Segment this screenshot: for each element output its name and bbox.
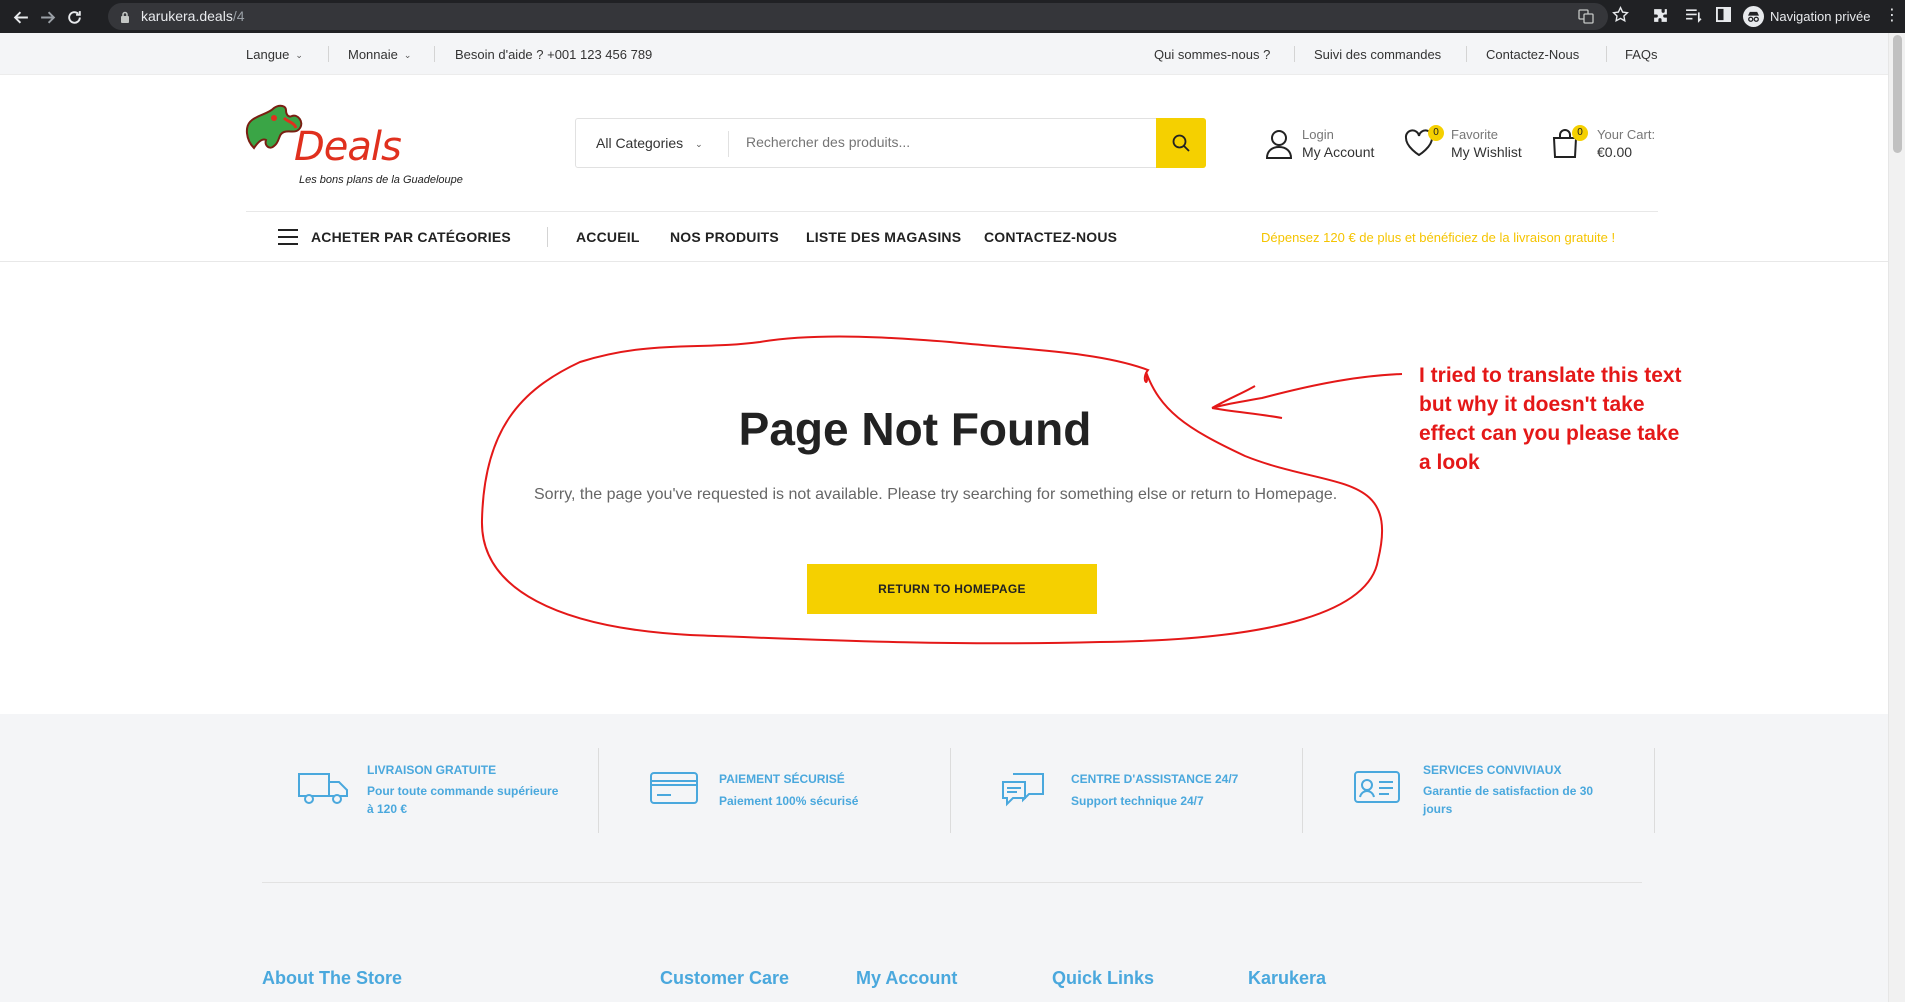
side-panel-icon[interactable]: [1716, 7, 1731, 27]
footer-heading-about: About The Store: [262, 968, 402, 988]
id-card-icon: [1354, 771, 1400, 803]
profile-label: Navigation privée: [1770, 9, 1871, 24]
wishlist-link[interactable]: 0 Favorite My Wishlist: [1404, 125, 1534, 163]
link-order-tracking[interactable]: Suivi des commandes: [1314, 47, 1441, 62]
footer-heading-customer-care: Customer Care: [660, 968, 790, 988]
user-icon: [1265, 130, 1293, 159]
truck-icon: [298, 773, 348, 804]
forward-arrow-icon[interactable]: [36, 6, 58, 28]
divider: [434, 46, 435, 62]
reload-icon[interactable]: [63, 6, 85, 28]
search-button[interactable]: [1156, 118, 1206, 168]
feature-services: SERVICES CONVIVIAUX Garantie de satisfac…: [1303, 748, 1655, 833]
cart-count-badge: 0: [1572, 125, 1588, 141]
search-bar: All Categories ⌄: [575, 118, 1206, 168]
top-info-bar: Langue ⌄ Monnaie ⌄ Besoin d'aide ? +001 12…: [0, 33, 1888, 75]
divider: [328, 46, 329, 62]
divider: [1466, 46, 1467, 62]
cart-link[interactable]: 0 Your Cart: €0.00: [1552, 125, 1662, 163]
divider: [1606, 46, 1607, 62]
chevron-down-icon: ⌄: [695, 139, 703, 149]
browser-toolbar: karukera.deals/4 Navigation privée ⋮: [0, 0, 1905, 33]
account-small-label: Login: [1302, 127, 1334, 142]
credit-card-icon: [650, 772, 698, 804]
wishlist-small-label: Favorite: [1451, 127, 1498, 142]
scrollbar-thumb[interactable]: [1893, 35, 1902, 153]
free-shipping-promo: Dépensez 120 € de plus et bénéficiez de …: [1261, 230, 1616, 245]
feature-support: CENTRE D'ASSISTANCE 24/7 Support techniq…: [951, 748, 1303, 833]
feature-title: SERVICES CONVIVIAUX: [1423, 763, 1562, 777]
feature-subtitle: Paiement 100% sécurisé: [719, 794, 859, 808]
divider: [547, 227, 548, 247]
nav-item-contact[interactable]: CONTACTEZ-NOUS: [984, 229, 1117, 245]
nav-item-home[interactable]: ACCUEIL: [576, 229, 640, 245]
error-message: Sorry, the page you've requested is not …: [534, 486, 1338, 503]
feature-free-shipping: LIVRAISON GRATUITE Pour toute commande s…: [247, 748, 599, 833]
divider: [728, 131, 729, 157]
feature-subtitle: Support technique 24/7: [1071, 794, 1204, 808]
footer-heading-karukera: Karukera: [1248, 968, 1327, 988]
incognito-profile-button[interactable]: Navigation privée: [1743, 5, 1870, 28]
link-about[interactable]: Qui sommes-nous ?: [1154, 47, 1270, 62]
chevron-down-icon: ⌄: [403, 50, 412, 60]
return-home-button[interactable]: RETURN TO HOMEPAGE: [807, 564, 1097, 614]
divider: [262, 882, 1642, 883]
site-logo[interactable]: Deals Les bons plans de la Guadeloupe: [244, 96, 469, 192]
footer-heading-quick-links: Quick Links: [1052, 968, 1155, 988]
page-scrollbar[interactable]: [1888, 33, 1905, 1002]
category-select[interactable]: All Categories ⌄: [596, 135, 703, 151]
help-phone: Besoin d'aide ? +001 123 456 789: [455, 47, 653, 62]
translate-icon[interactable]: [1578, 8, 1594, 27]
feature-subtitle: Garantie de satisfaction de 30 jours: [1423, 784, 1594, 816]
incognito-icon: [1743, 6, 1764, 27]
lock-icon: [120, 10, 130, 28]
menu-dots-icon[interactable]: ⋮: [1884, 5, 1900, 25]
extensions-icon[interactable]: [1652, 7, 1669, 29]
feature-secure-payment: PAIEMENT SÉCURISÉ Paiement 100% sécurisé: [599, 748, 951, 833]
nav-item-products[interactable]: NOS PRODUITS: [670, 229, 779, 245]
link-faqs[interactable]: FAQs: [1625, 47, 1658, 62]
hamburger-icon[interactable]: [278, 229, 298, 250]
logo-tagline: Les bons plans de la Guadeloupe: [299, 174, 463, 186]
feature-subtitle: Pour toute commande supérieure à 120 €: [367, 784, 559, 816]
logo-wordmark: Deals: [294, 124, 402, 170]
wishlist-big-label: My Wishlist: [1451, 144, 1522, 160]
divider: [1654, 748, 1655, 833]
account-big-label: My Account: [1302, 144, 1375, 160]
language-dropdown[interactable]: Langue ⌄: [246, 47, 303, 62]
wishlist-count-badge: 0: [1428, 125, 1444, 141]
cart-small-label: Your Cart:: [1597, 127, 1656, 142]
link-contact[interactable]: Contactez-Nous: [1486, 47, 1579, 62]
address-bar[interactable]: karukera.deals/4: [108, 3, 1608, 30]
annotation-note: I tried to translate this text but why i…: [1419, 364, 1682, 474]
search-input[interactable]: [746, 134, 1146, 150]
nav-item-stores[interactable]: LISTE DES MAGASINS: [806, 229, 961, 245]
search-icon: [1172, 134, 1190, 152]
nav-categories[interactable]: ACHETER PAR CATÉGORIES: [311, 229, 511, 245]
main-navigation: ACHETER PAR CATÉGORIES ACCUEIL NOS PRODU…: [0, 212, 1888, 262]
url-text: karukera.deals/4: [141, 8, 245, 24]
divider: [1294, 46, 1295, 62]
reading-list-icon[interactable]: [1685, 7, 1702, 29]
footer-heading-account: My Account: [856, 968, 958, 988]
feature-title: PAIEMENT SÉCURISÉ: [719, 772, 845, 786]
feature-title: CENTRE D'ASSISTANCE 24/7: [1071, 772, 1239, 786]
back-arrow-icon[interactable]: [10, 6, 32, 28]
chevron-down-icon: ⌄: [295, 50, 303, 60]
currency-dropdown[interactable]: Monnaie ⌄: [348, 47, 411, 62]
chat-icon: [1002, 773, 1044, 807]
feature-title: LIVRAISON GRATUITE: [367, 763, 497, 777]
cart-total: €0.00: [1597, 144, 1633, 160]
star-icon[interactable]: [1612, 5, 1629, 28]
account-link[interactable]: Login My Account: [1265, 125, 1385, 163]
